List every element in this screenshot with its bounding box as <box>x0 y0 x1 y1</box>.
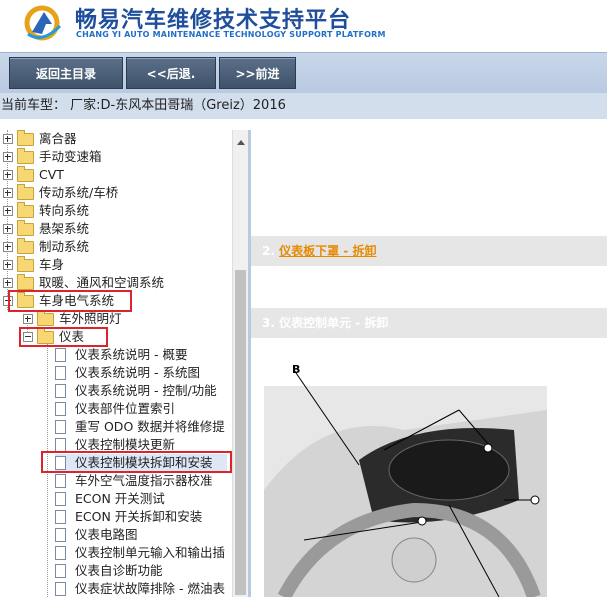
document-icon <box>55 402 66 416</box>
tree-node-steering[interactable]: 转向系统 <box>3 201 90 220</box>
back-button[interactable]: <<后退. <box>126 57 216 89</box>
document-icon <box>55 384 66 398</box>
highlight-box <box>19 327 108 347</box>
folder-icon <box>17 147 34 164</box>
tree-leaf-label: 仪表系统说明 - 控制/功能 <box>75 383 217 398</box>
expand-icon[interactable] <box>3 242 13 252</box>
tree-node-body[interactable]: 车身 <box>3 255 65 274</box>
tree-node-label: CVT <box>39 167 64 182</box>
tree-leaf-label: 仪表部件位置索引 <box>75 401 176 416</box>
tree-node-label: 车外照明灯 <box>59 311 122 326</box>
tree-node-label: 传动系统/车桥 <box>39 185 119 200</box>
tree-node-cvt[interactable]: CVT <box>3 165 64 184</box>
nav-bar: 返回主目录 <<后退. >>前进 <box>0 52 607 93</box>
expand-icon[interactable] <box>3 278 13 288</box>
highlight-box <box>8 290 132 312</box>
document-icon <box>55 348 66 362</box>
document-icon <box>55 528 66 542</box>
folder-icon <box>17 183 34 200</box>
tree-node-label: 车身 <box>39 257 65 272</box>
folder-icon <box>17 273 34 290</box>
tree-leaf-label: 重写 ODO 数据并将维修提 <box>75 419 225 434</box>
tree-leaf[interactable]: 车外空气温度指示器校准 <box>55 472 213 490</box>
app-header: 畅易汽车维修技术支持平台 CHANG YI AUTO MAINTENANCE T… <box>0 0 607 52</box>
folder-icon <box>17 237 34 254</box>
expand-icon[interactable] <box>3 152 13 162</box>
document-icon <box>55 438 66 452</box>
tree-leaf[interactable]: 仪表控制单元输入和输出插 <box>55 544 225 562</box>
step-2-link[interactable]: 仪表板下罩 - 拆卸 <box>279 244 376 258</box>
tree-node-label: 离合器 <box>39 131 77 146</box>
tree-leaf[interactable]: 仪表系统说明 - 控制/功能 <box>55 382 217 400</box>
folder-icon <box>37 309 54 326</box>
folder-icon <box>17 255 34 272</box>
highlight-box <box>41 451 232 473</box>
scroll-up-arrow-icon[interactable] <box>237 140 245 145</box>
tree-leaf[interactable]: 重写 ODO 数据并将维修提 <box>55 418 225 436</box>
document-icon <box>55 564 66 578</box>
tree-leaf-label: 仪表自诊断功能 <box>75 563 163 578</box>
tree-leaf[interactable]: 仪表系统说明 - 概要 <box>55 346 187 364</box>
procedure-step-2: 2. 仪表板下罩 - 拆卸 <box>251 236 607 266</box>
folder-icon <box>17 130 34 146</box>
tree-node-clutch[interactable]: 离合器 <box>3 130 77 148</box>
step-number: 2. <box>262 244 275 258</box>
tree-leaf-label: ECON 开关测试 <box>75 491 165 506</box>
tree-scrollbar[interactable] <box>232 130 249 597</box>
tree-leaf-label: 仪表控制单元输入和输出插 <box>75 545 226 560</box>
expand-icon[interactable] <box>3 260 13 270</box>
scrollbar-thumb[interactable] <box>235 270 246 595</box>
tree-leaf[interactable]: 仪表自诊断功能 <box>55 562 163 580</box>
folder-icon <box>17 201 34 218</box>
step-3-title: 3. 仪表控制单元 - 拆卸 <box>262 316 389 330</box>
tree-node-label: 悬架系统 <box>39 221 90 236</box>
instrument-cluster-figure <box>264 370 547 597</box>
folder-icon <box>17 219 34 236</box>
platform-logo <box>24 5 62 41</box>
document-icon <box>55 420 66 434</box>
document-icon <box>55 546 66 560</box>
tree-leaf-label: 仪表症状故障排除 - 燃油表 <box>75 581 225 596</box>
brand-subtitle: CHANG YI AUTO MAINTENANCE TECHNOLOGY SUP… <box>76 30 386 39</box>
document-icon <box>55 366 66 380</box>
tree-node-drivetrain[interactable]: 传动系统/车桥 <box>3 183 119 202</box>
procedure-step-3: 3. 仪表控制单元 - 拆卸 <box>251 308 607 338</box>
tree-node-brakes[interactable]: 制动系统 <box>3 237 90 256</box>
tree-node-label: 手动变速箱 <box>39 149 102 164</box>
document-icon <box>55 474 66 488</box>
tree-leaf[interactable]: 仪表电路图 <box>55 526 138 544</box>
tree-leaf-label: 仪表电路图 <box>75 527 138 542</box>
document-icon <box>55 582 66 596</box>
tree-leaf[interactable]: 仪表系统说明 - 系统图 <box>55 364 200 382</box>
expand-icon[interactable] <box>3 188 13 198</box>
tree-leaf[interactable]: ECON 开关拆卸和安装 <box>55 508 202 526</box>
tree-leaf[interactable]: 仪表症状故障排除 - 燃油表 <box>55 580 225 597</box>
tree-node-label: 制动系统 <box>39 239 90 254</box>
tree-leaf-label: 车外空气温度指示器校准 <box>75 473 213 488</box>
tree-leaf[interactable]: 仪表部件位置索引 <box>55 400 175 418</box>
category-tree: 离合器 手动变速箱 CVT 传动系统/车桥 转向系统 悬架系统 制动系统 车身 … <box>0 130 232 597</box>
tree-node-manual-transmission[interactable]: 手动变速箱 <box>3 147 102 166</box>
expand-icon[interactable] <box>23 314 33 324</box>
tree-leaf-label: 仪表系统说明 - 概要 <box>75 347 188 362</box>
folder-icon <box>17 165 34 182</box>
tree-leaf[interactable]: ECON 开关测试 <box>55 490 165 508</box>
tree-node-exterior-lights[interactable]: 车外照明灯 <box>23 309 122 328</box>
expand-icon[interactable] <box>3 134 13 144</box>
tree-node-label: 转向系统 <box>39 203 90 218</box>
current-vehicle-text: 当前车型： 厂家:D-东风本田哥瑞（Greiz）2016 <box>1 98 286 113</box>
expand-icon[interactable] <box>3 170 13 180</box>
tree-leaf-label: 仪表系统说明 - 系统图 <box>75 365 200 380</box>
forward-button[interactable]: >>前进 <box>219 57 296 89</box>
tree-leaf-label: ECON 开关拆卸和安装 <box>75 509 203 524</box>
tree-node-suspension[interactable]: 悬架系统 <box>3 219 90 238</box>
document-icon <box>55 510 66 524</box>
current-vehicle-bar: 当前车型： 厂家:D-东风本田哥瑞（Greiz）2016 <box>0 93 607 119</box>
home-button[interactable]: 返回主目录 <box>9 57 123 89</box>
expand-icon[interactable] <box>3 206 13 216</box>
expand-icon[interactable] <box>3 224 13 234</box>
pane-divider[interactable] <box>248 130 251 597</box>
document-icon <box>55 492 66 506</box>
